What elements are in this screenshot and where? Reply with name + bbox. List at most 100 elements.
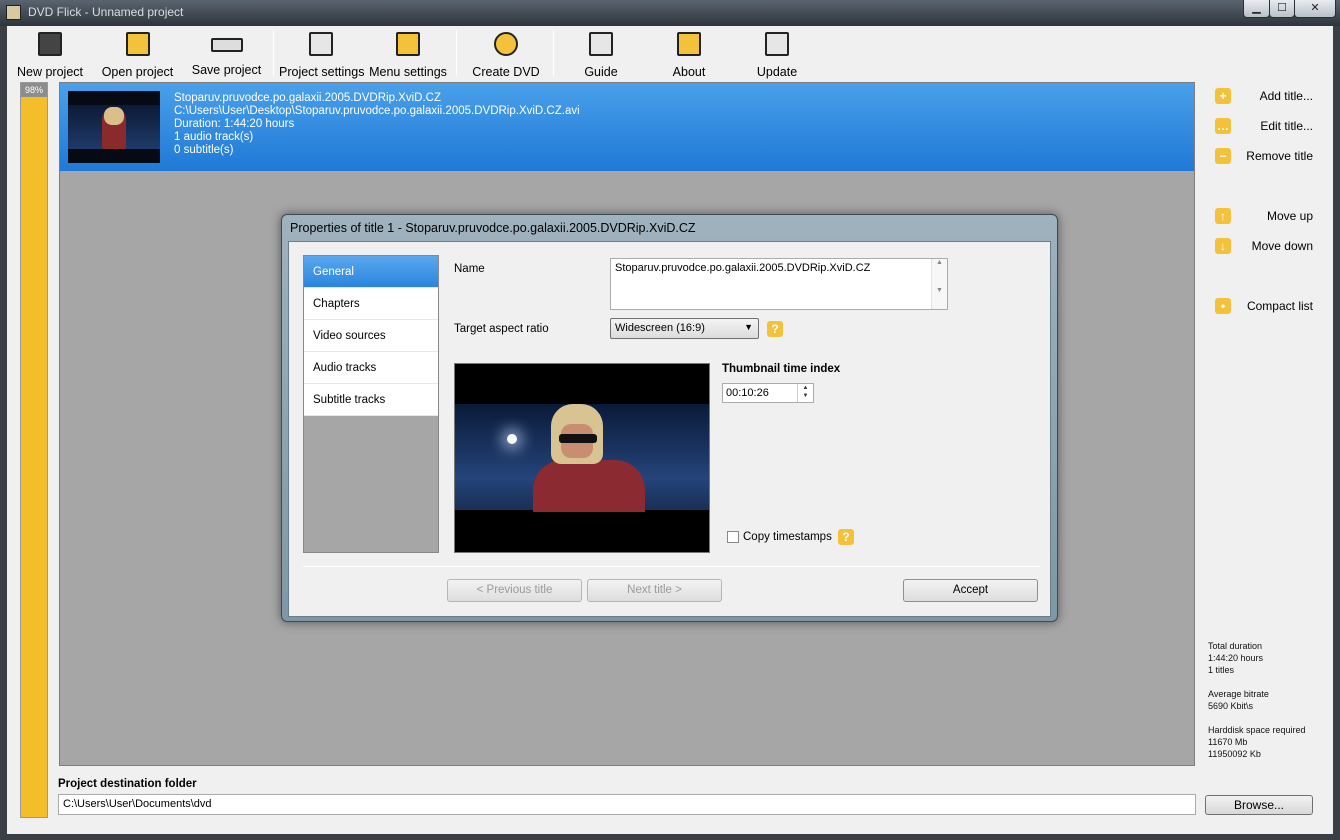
plus-icon: +: [1215, 88, 1231, 104]
app-icon: [6, 5, 21, 20]
dialog-title: Properties of title 1 - Stoparuv.pruvodc…: [290, 221, 696, 235]
harddisk-space-mb: 11670 Mb: [1208, 737, 1248, 747]
dialog-divider: [303, 566, 1040, 567]
name-scrollbar[interactable]: ▲ ▼: [931, 259, 947, 309]
titles-count: 1 titles: [1208, 665, 1235, 675]
open-project-label: Open project: [101, 65, 174, 79]
toolbar-separator: [553, 30, 554, 76]
next-title-button[interactable]: Next title >: [587, 579, 722, 602]
timestamps-help-icon[interactable]: ?: [838, 529, 854, 545]
browse-button[interactable]: Browse...: [1205, 795, 1313, 815]
compact-list-label: Compact list: [1246, 299, 1313, 313]
menu-icon: [396, 32, 420, 56]
maximize-button[interactable]: ☐: [1269, 0, 1295, 18]
remove-title-button[interactable]: − Remove title: [1213, 146, 1313, 166]
nav-video-sources[interactable]: Video sources: [304, 320, 438, 352]
minimize-button[interactable]: ▁: [1243, 0, 1270, 18]
move-up-label: Move up: [1266, 209, 1313, 223]
destination-folder-label: Project destination folder: [58, 778, 197, 790]
window-titlebar: DVD Flick - Unnamed project ▁ ☐ ✕: [0, 0, 1340, 26]
create-dvd-button[interactable]: Create DVD: [471, 30, 541, 80]
name-label: Name: [454, 263, 485, 275]
copy-timestamps-label: Copy timestamps: [743, 531, 832, 543]
project-stats: Total duration 1:44:20 hours 1 titles Av…: [1208, 640, 1306, 760]
disc-usage-percent: 98%: [21, 83, 47, 97]
aspect-ratio-label: Target aspect ratio: [454, 323, 549, 335]
guide-label: Guide: [584, 65, 618, 79]
title-subtitles: 0 subtitle(s): [174, 144, 234, 156]
title-name: Stoparuv.pruvodce.po.galaxii.2005.DVDRip…: [174, 92, 441, 104]
remove-title-label: Remove title: [1246, 149, 1313, 163]
average-bitrate-value: 5690 Kbit\s: [1208, 701, 1254, 711]
copy-timestamps-checkbox[interactable]: [727, 531, 739, 543]
folder-icon: [125, 32, 150, 56]
time-spinner[interactable]: ▲ ▼: [797, 384, 813, 402]
toolbar-separator: [456, 30, 457, 76]
thumbnail-time-label: Thumbnail time index: [722, 363, 841, 375]
arrow-up-icon: ↑: [1215, 208, 1231, 224]
title-list-item[interactable]: Stoparuv.pruvodce.po.galaxii.2005.DVDRip…: [60, 83, 1194, 171]
title-thumbnail: [68, 91, 160, 163]
open-project-button[interactable]: Open project: [100, 30, 175, 80]
nav-audio-tracks[interactable]: Audio tracks: [304, 352, 438, 384]
title-audio-tracks: 1 audio track(s): [174, 131, 254, 143]
nav-general[interactable]: General: [304, 256, 438, 288]
accept-button[interactable]: Accept: [903, 579, 1038, 602]
guide-button[interactable]: Guide: [573, 30, 629, 80]
disc-usage-bar: 98%: [20, 82, 48, 818]
save-project-label: Save project: [191, 63, 262, 77]
arrow-down-icon: ↓: [1215, 238, 1231, 254]
move-down-button[interactable]: ↓ Move down: [1213, 236, 1313, 256]
edit-title-label: Edit title...: [1260, 119, 1313, 133]
new-project-button[interactable]: New project: [15, 30, 85, 80]
nav-subtitle-tracks[interactable]: Subtitle tracks: [304, 384, 438, 416]
add-title-label: Add title...: [1259, 89, 1313, 103]
total-duration-value: 1:44:20 hours: [1208, 653, 1264, 663]
average-bitrate-label: Average bitrate: [1208, 689, 1269, 699]
move-up-button[interactable]: ↑ Move up: [1213, 206, 1313, 226]
thumbnail-time-input[interactable]: 00:10:26 ▲ ▼: [722, 383, 814, 403]
toolbar-separator: [273, 30, 274, 76]
close-button[interactable]: ✕: [1294, 0, 1336, 18]
save-project-button[interactable]: Save project: [189, 30, 264, 80]
menu-settings-button[interactable]: Menu settings: [369, 30, 447, 80]
about-label: About: [672, 65, 706, 79]
update-globe-icon: [765, 32, 789, 56]
nav-chapters[interactable]: Chapters: [304, 288, 438, 320]
harddisk-space-kb: 11950092 Kb: [1208, 749, 1261, 759]
about-button[interactable]: About: [661, 30, 717, 80]
edit-title-button[interactable]: … Edit title...: [1213, 116, 1313, 136]
move-down-label: Move down: [1251, 239, 1313, 253]
minus-icon: −: [1215, 148, 1231, 164]
total-duration-label: Total duration: [1208, 641, 1263, 651]
compact-list-button[interactable]: • Compact list: [1213, 296, 1313, 316]
add-title-button[interactable]: + Add title...: [1213, 86, 1313, 106]
project-settings-button[interactable]: Project settings: [279, 30, 365, 80]
window-title: DVD Flick - Unnamed project: [28, 5, 184, 19]
aspect-help-icon[interactable]: ?: [767, 321, 783, 337]
project-settings-label: Project settings: [279, 65, 365, 79]
film-icon: [38, 32, 62, 56]
previous-title-button[interactable]: < Previous title: [447, 579, 582, 602]
title-path: C:\Users\User\Desktop\Stoparuv.pruvodce.…: [174, 105, 580, 117]
compact-list-icon: •: [1215, 298, 1231, 314]
info-book-icon: [589, 32, 613, 56]
name-field[interactable]: Stoparuv.pruvodce.po.galaxii.2005.DVDRip…: [610, 258, 948, 310]
toolbar: New project Open project Save project Pr…: [7, 26, 1333, 82]
update-label: Update: [756, 65, 798, 79]
update-button[interactable]: Update: [749, 30, 805, 80]
gears-icon: [494, 32, 518, 56]
aspect-ratio-value: Widescreen (16:9): [615, 322, 705, 334]
destination-folder-input[interactable]: C:\Users\User\Documents\dvd: [58, 794, 1196, 815]
name-value: Stoparuv.pruvodce.po.galaxii.2005.DVDRip…: [615, 262, 871, 274]
ellipsis-icon: …: [1215, 118, 1231, 134]
properties-nav: General Chapters Video sources Audio tra…: [303, 255, 439, 553]
dvd-drive-icon: [210, 38, 243, 52]
aspect-ratio-select[interactable]: Widescreen (16:9) ▼: [610, 318, 759, 339]
thumbnail-time-value: 00:10:26: [726, 387, 769, 399]
about-sheet-icon: [677, 32, 701, 56]
title-duration: Duration: 1:44:20 hours: [174, 118, 295, 130]
harddisk-space-label: Harddisk space required: [1208, 725, 1306, 735]
title-properties-dialog: Properties of title 1 - Stoparuv.pruvodc…: [281, 214, 1058, 622]
thumbnail-preview: [454, 363, 710, 553]
